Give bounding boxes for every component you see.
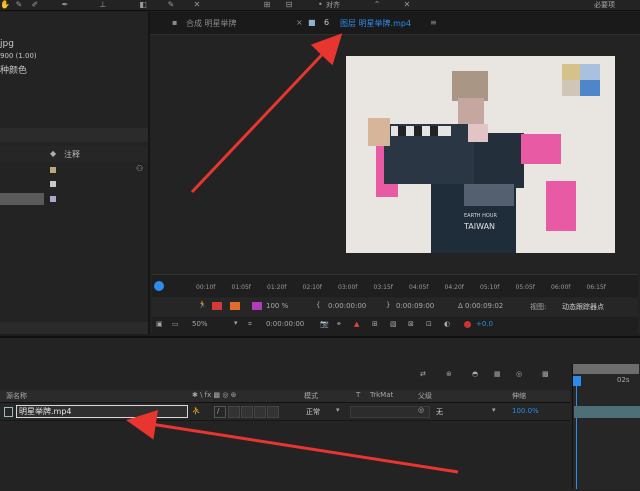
arrow-to-layer-name (126, 409, 459, 474)
arrow-to-layer-tab (190, 33, 343, 194)
annotation-overlay (126, 33, 459, 474)
